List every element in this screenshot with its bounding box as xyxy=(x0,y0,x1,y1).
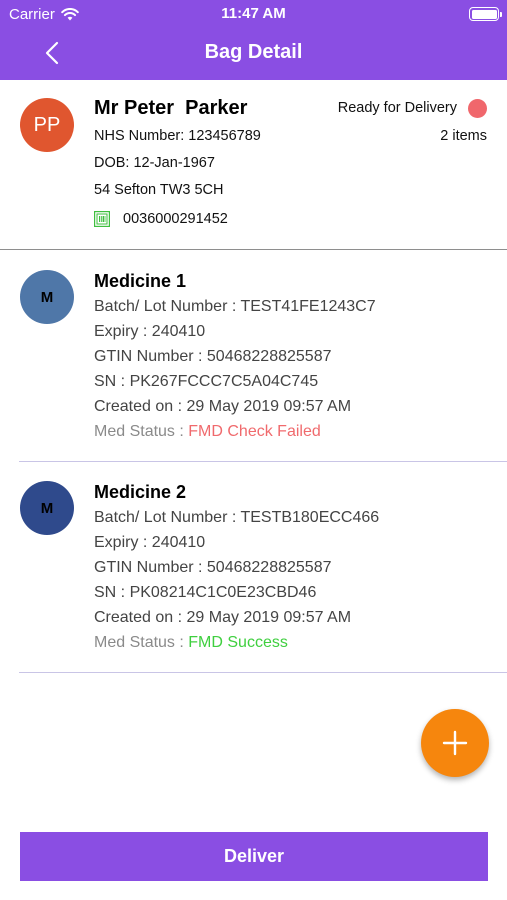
medicine-title: Medicine 2 xyxy=(94,482,187,502)
patient-barcode-value: 0036000291452 xyxy=(123,211,228,227)
medicine-avatar: M xyxy=(20,481,74,535)
medicine-gtin: GTIN Number : 50468228825587 xyxy=(94,348,332,365)
medicine-status-row: Med Status : FMD Success xyxy=(94,634,288,652)
medicine-batch: Batch/ Lot Number : TESTB180ECC466 xyxy=(94,509,380,526)
medicine-expiry: Expiry : 240410 xyxy=(94,534,206,551)
medicine-item[interactable]: M Medicine 2 Batch/ Lot Number : TESTB18… xyxy=(0,462,507,673)
deliver-button[interactable]: Deliver xyxy=(20,832,488,881)
patient-nhs-number: NHS Number: 123456789 xyxy=(94,128,261,144)
medicine-item[interactable]: M Medicine 1 Batch/ Lot Number : TEST41F… xyxy=(0,251,507,462)
patient-avatar: PP xyxy=(20,98,74,152)
patient-name: Mr Peter Parker xyxy=(94,97,248,119)
status-indicator-dot xyxy=(468,99,487,118)
patient-address: 54 Sefton TW3 5CH xyxy=(94,182,224,198)
navigation-bar: Carrier 11:47 AM Bag Detail xyxy=(0,0,507,80)
divider xyxy=(19,672,507,673)
patient-dob: DOB: 12-Jan-1967 xyxy=(94,155,215,171)
battery-icon xyxy=(469,7,502,21)
medicine-sn: SN : PK267FCCC7C5A04C745 xyxy=(94,373,319,390)
medicine-status-value: FMD Check Failed xyxy=(188,423,321,440)
medicine-gtin: GTIN Number : 50468228825587 xyxy=(94,559,332,576)
medicine-status-label: Med Status : xyxy=(94,423,189,440)
battery-level xyxy=(471,9,497,19)
medicine-created: Created on : 29 May 2019 09:57 AM xyxy=(94,609,352,626)
delivery-status-label: Ready for Delivery xyxy=(337,100,457,116)
medicine-status-row: Med Status : FMD Check Failed xyxy=(94,423,321,441)
page-title: Bag Detail xyxy=(204,41,303,63)
medicine-status-value: FMD Success xyxy=(188,634,288,651)
medicine-expiry: Expiry : 240410 xyxy=(94,323,206,340)
patient-barcode-row: 0036000291452 xyxy=(94,211,228,228)
plus-icon xyxy=(442,730,468,756)
add-medicine-button[interactable] xyxy=(421,709,489,777)
patient-card: PP Mr Peter Parker NHS Number: 123456789… xyxy=(0,80,507,250)
status-bar-time: 11:47 AM xyxy=(221,5,286,22)
barcode-icon xyxy=(94,211,111,228)
medicine-title: Medicine 1 xyxy=(94,271,187,291)
medicine-batch: Batch/ Lot Number : TEST41FE1243C7 xyxy=(94,298,376,315)
medicine-status-label: Med Status : xyxy=(94,634,189,651)
medicine-sn: SN : PK08214C1C0E23CBD46 xyxy=(94,584,317,601)
item-count: 2 items xyxy=(440,128,487,144)
medicine-avatar: M xyxy=(20,270,74,324)
medicine-created: Created on : 29 May 2019 09:57 AM xyxy=(94,398,352,415)
